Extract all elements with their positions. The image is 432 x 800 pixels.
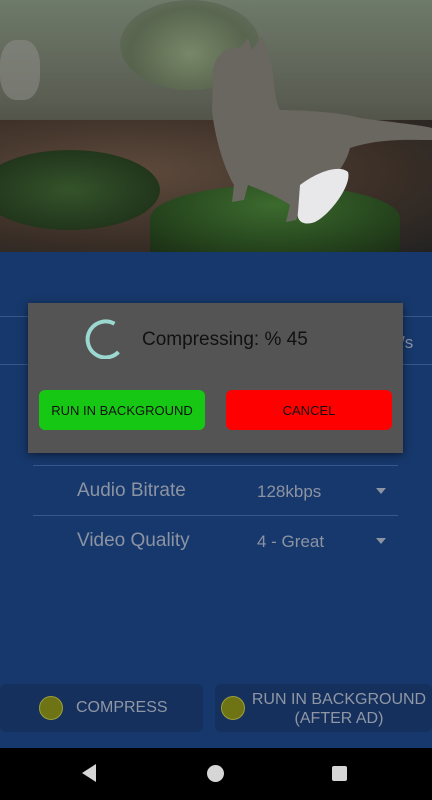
compress-button[interactable]: COMPRESS xyxy=(0,684,203,732)
back-icon[interactable] xyxy=(82,764,96,782)
system-nav-bar xyxy=(0,748,432,800)
video-preview xyxy=(0,0,432,252)
background-label-line2: (AFTER AD) xyxy=(294,710,384,727)
audio-bitrate-select[interactable]: 128kbps xyxy=(257,482,321,502)
spinner-icon xyxy=(85,319,120,359)
audio-bitrate-row[interactable]: Audio Bitrate 128kbps xyxy=(33,465,398,516)
cat-image xyxy=(212,36,432,224)
recents-icon[interactable] xyxy=(332,766,347,781)
cancel-button[interactable]: CANCEL xyxy=(226,390,392,430)
run-background-after-ad-button[interactable]: RUN IN BACKGROUND (AFTER AD) xyxy=(215,684,432,732)
background-status-icon xyxy=(221,696,245,720)
run-background-after-ad-label: RUN IN BACKGROUND (AFTER AD) xyxy=(249,690,429,728)
compress-status-icon xyxy=(39,696,63,720)
video-quality-select[interactable]: 4 - Great xyxy=(257,532,324,552)
run-in-background-button[interactable]: RUN IN BACKGROUND xyxy=(39,390,205,430)
dropdown-arrow-icon[interactable] xyxy=(376,538,386,544)
compression-dialog: Compressing: % 45 RUN IN BACKGROUND CANC… xyxy=(28,303,403,453)
video-quality-label: Video Quality xyxy=(77,530,190,551)
background-label-line1: RUN IN BACKGROUND xyxy=(251,691,427,708)
dropdown-arrow-icon[interactable] xyxy=(376,488,386,494)
video-quality-row[interactable]: Video Quality 4 - Great xyxy=(33,515,398,566)
compress-label: COMPRESS xyxy=(76,699,168,716)
audio-bitrate-label: Audio Bitrate xyxy=(77,480,186,501)
progress-message: Compressing: % 45 xyxy=(142,329,308,350)
home-icon[interactable] xyxy=(207,765,224,782)
